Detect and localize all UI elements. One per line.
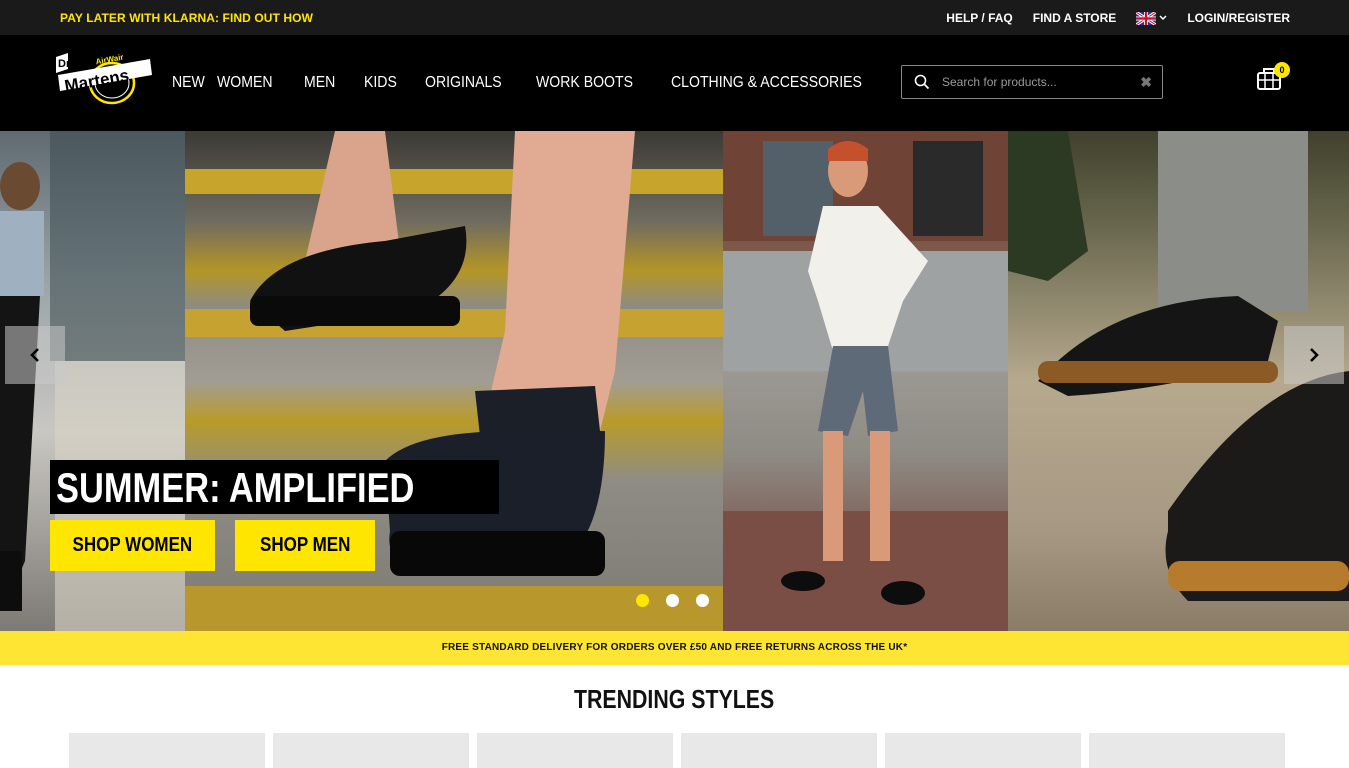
brand-logo-icon: Dr. Martens AirWair (56, 53, 152, 105)
main-header: Dr. Martens AirWair NEW WOMEN MEN KIDS O… (0, 35, 1349, 131)
find-store-link[interactable]: FIND A STORE (1033, 11, 1117, 25)
trending-tiles (69, 733, 1285, 768)
delivery-banner[interactable]: FREE STANDARD DELIVERY FOR ORDERS OVER £… (0, 631, 1349, 665)
utility-links: HELP / FAQ FIND A STORE LOGIN/REGISTER (946, 11, 1290, 25)
search-icon[interactable] (914, 74, 930, 90)
carousel-next-button[interactable] (1284, 326, 1344, 384)
main-nav: NEW WOMEN MEN KIDS ORIGINALS WORK BOOTS … (172, 74, 912, 92)
search-input[interactable] (942, 72, 1132, 92)
product-tile[interactable] (681, 733, 877, 768)
trending-heading: TRENDING STYLES (0, 684, 1349, 715)
nav-item-men[interactable]: MEN (304, 74, 335, 92)
shop-men-label: SHOP MEN (259, 534, 351, 556)
svg-text:Dr.: Dr. (58, 58, 73, 70)
uk-flag-icon (1136, 11, 1157, 25)
carousel-prev-button[interactable] (5, 326, 65, 384)
carousel-dot[interactable] (636, 594, 649, 607)
shop-women-label: SHOP WOMEN (72, 534, 193, 556)
utility-bar: PAY LATER WITH KLARNA: FIND OUT HOW HELP… (0, 0, 1349, 35)
hero-title: SUMMER: AMPLIFIED (50, 460, 500, 514)
chevron-left-icon (30, 348, 39, 362)
shop-women-button[interactable]: SHOP WOMEN (50, 520, 215, 571)
hero-title-text: SUMMER: AMPLIFIED (56, 464, 415, 511)
dr-martens-logo[interactable]: Dr. Martens AirWair (54, 49, 156, 109)
product-tile[interactable] (273, 733, 469, 768)
search-box: ✖ (901, 65, 1163, 99)
basket-button[interactable]: 0 (1256, 62, 1292, 95)
login-register-link[interactable]: LOGIN/REGISTER (1187, 11, 1290, 25)
trending-title: TRENDING STYLES (574, 684, 775, 714)
carousel-dot[interactable] (666, 594, 679, 607)
carousel-dots (636, 594, 709, 607)
nav-item-clothing-accessories[interactable]: CLOTHING & ACCESSORIES (671, 74, 862, 92)
help-faq-link[interactable]: HELP / FAQ (946, 11, 1012, 25)
nav-item-work-boots[interactable]: WORK BOOTS (536, 74, 633, 92)
basket-count-badge: 0 (1274, 62, 1290, 78)
nav-item-originals[interactable]: ORIGINALS (425, 74, 502, 92)
nav-item-kids[interactable]: KIDS (364, 74, 397, 92)
clear-search-icon[interactable]: ✖ (1140, 74, 1152, 90)
klarna-promo-link[interactable]: PAY LATER WITH KLARNA: FIND OUT HOW (60, 11, 313, 25)
shop-men-button[interactable]: SHOP MEN (235, 520, 375, 571)
hero-carousel: SUMMER: AMPLIFIED SHOP WOMEN SHOP MEN (0, 131, 1349, 631)
country-selector[interactable] (1136, 11, 1167, 25)
chevron-down-icon (1159, 15, 1167, 21)
product-tile[interactable] (1089, 733, 1285, 768)
svg-text:Martens: Martens (63, 66, 130, 96)
model-man-image (723, 131, 1008, 631)
hero-image-panel (723, 131, 1008, 631)
nav-item-women[interactable]: WOMEN (217, 74, 273, 92)
product-tile[interactable] (69, 733, 265, 768)
carousel-dot[interactable] (696, 594, 709, 607)
nav-item-new[interactable]: NEW (172, 74, 205, 92)
product-tile[interactable] (885, 733, 1081, 768)
chevron-right-icon (1310, 348, 1319, 362)
product-tile[interactable] (477, 733, 673, 768)
